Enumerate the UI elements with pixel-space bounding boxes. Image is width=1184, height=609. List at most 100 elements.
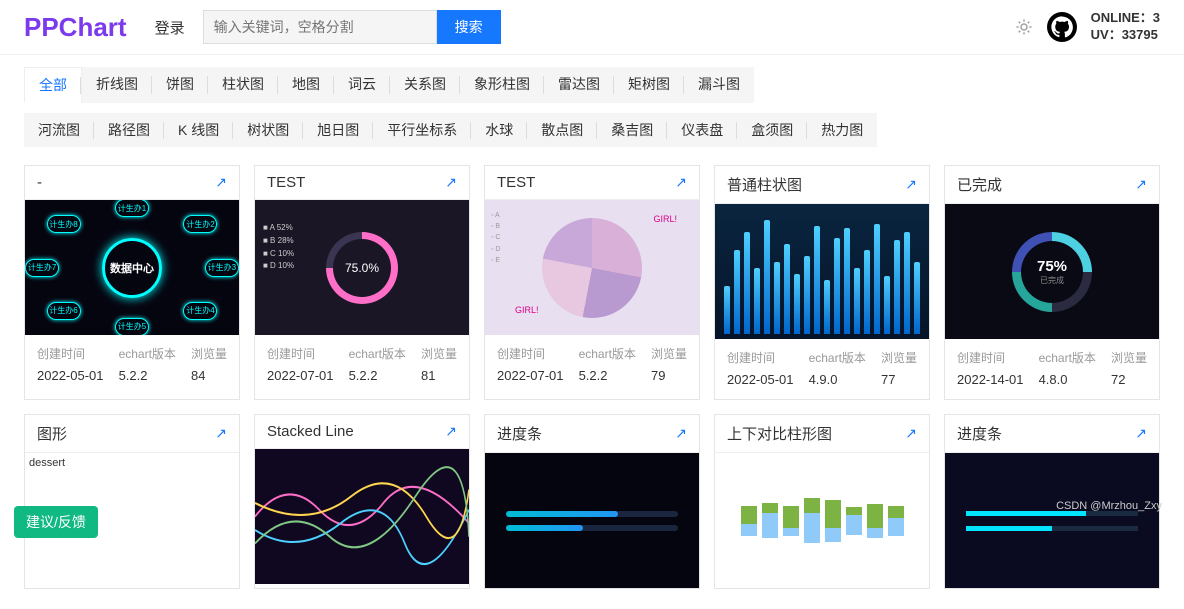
card-title: - — [37, 174, 42, 191]
share-icon[interactable]: ↗ — [215, 425, 227, 442]
tab-河流图[interactable]: 河流图 — [24, 113, 94, 147]
meta-views-value: 84 — [191, 368, 227, 383]
tabs-wrap: 全部折线图饼图柱状图地图词云关系图象形柱图雷达图矩树图漏斗图 河流图路径图K 线… — [0, 55, 1184, 147]
tab-矩树图[interactable]: 矩树图 — [614, 67, 684, 103]
tab-路径图[interactable]: 路径图 — [94, 113, 164, 147]
meta-created-label: 创建时间 — [37, 345, 104, 362]
uv-label: UV： — [1091, 27, 1122, 42]
meta-views-value: 81 — [421, 368, 457, 383]
logo[interactable]: PPChart — [24, 12, 127, 43]
tab-K 线图[interactable]: K 线图 — [164, 113, 233, 147]
meta-views-label: 浏览量 — [191, 345, 227, 362]
meta-views-value: 77 — [881, 372, 917, 387]
theme-icon[interactable] — [1015, 18, 1033, 36]
meta-version-value: 5.2.2 — [349, 368, 406, 383]
card-head: TEST ↗ — [485, 166, 699, 200]
meta-version-value: 5.2.2 — [119, 368, 176, 383]
tab-水球[interactable]: 水球 — [471, 113, 527, 147]
card-meta: 创建时间 2022-05-01 echart版本 4.9.0 浏览量 77 — [715, 339, 929, 399]
header-right: ONLINE：3 UV：33795 — [1015, 10, 1160, 44]
tab-旭日图[interactable]: 旭日图 — [303, 113, 373, 147]
tab-热力图[interactable]: 热力图 — [807, 113, 877, 147]
tab-饼图[interactable]: 饼图 — [152, 67, 208, 103]
card-head: 图形 ↗ — [25, 415, 239, 453]
tab-row-1: 全部折线图饼图柱状图地图词云关系图象形柱图雷达图矩树图漏斗图 — [24, 67, 1160, 103]
tab-row-2: 河流图路径图K 线图树状图旭日图平行坐标系水球散点图桑吉图仪表盘盒须图热力图 — [24, 113, 1160, 147]
online-label: ONLINE： — [1091, 10, 1153, 25]
card-head: - ↗ — [25, 166, 239, 200]
meta-version-label: echart版本 — [349, 345, 406, 362]
tab-地图[interactable]: 地图 — [278, 67, 334, 103]
github-icon[interactable] — [1047, 12, 1077, 42]
chart-card[interactable]: 上下对比柱形图 ↗ — [714, 414, 930, 589]
card-meta: 创建时间2022-07-01 echart版本5.2.2 浏览量79 — [485, 335, 699, 395]
meta-version-value: 5.2.2 — [579, 368, 636, 383]
tab-盒须图[interactable]: 盒须图 — [737, 113, 807, 147]
chart-card[interactable]: TEST ↗ ◦ A◦ B◦ C◦ D◦ EGIRL!GIRL! 创建时间202… — [484, 165, 700, 400]
search-button[interactable]: 搜索 — [437, 10, 501, 44]
card-head: 已完成 ↗ — [945, 166, 1159, 204]
meta-version-label: echart版本 — [1039, 349, 1096, 366]
tab-全部[interactable]: 全部 — [24, 67, 82, 103]
feedback-button[interactable]: 建议/反馈 — [14, 506, 98, 538]
share-icon[interactable]: ↗ — [905, 425, 917, 442]
card-title: 进度条 — [957, 423, 1002, 444]
meta-views-label: 浏览量 — [651, 345, 687, 362]
card-head: 进度条 ↗ — [945, 415, 1159, 453]
chart-card[interactable]: - ↗ 数据中心计生办1计生办2计生办3计生办4计生办5计生办6计生办7计生办8… — [24, 165, 240, 400]
share-icon[interactable]: ↗ — [905, 176, 917, 193]
chart-card[interactable]: 图形 ↗ dessert — [24, 414, 240, 589]
share-icon[interactable]: ↗ — [675, 425, 687, 442]
header: PPChart 登录 搜索 ONLINE：3 UV：33795 — [0, 0, 1184, 55]
tab-散点图[interactable]: 散点图 — [527, 113, 597, 147]
card-meta: 创建时间2022-05-01 echart版本5.2.2 浏览量84 — [25, 335, 239, 395]
chart-card[interactable]: 普通柱状图 ↗ 创建时间 2022-05-01 echart版本 4.9.0 浏览量… — [714, 165, 930, 400]
card-title: 已完成 — [957, 174, 1002, 195]
meta-created-value: 2022-14-01 — [957, 372, 1024, 387]
share-icon[interactable]: ↗ — [445, 423, 457, 440]
card-head: Stacked Line ↗ — [255, 415, 469, 449]
card-title: TEST — [267, 174, 305, 191]
login-link[interactable]: 登录 — [155, 17, 185, 38]
tab-平行坐标系[interactable]: 平行坐标系 — [373, 113, 471, 147]
meta-version-label: echart版本 — [579, 345, 636, 362]
tab-树状图[interactable]: 树状图 — [233, 113, 303, 147]
share-icon[interactable]: ↗ — [445, 174, 457, 191]
meta-created-label: 创建时间 — [727, 349, 794, 366]
meta-version-label: echart版本 — [809, 349, 866, 366]
meta-views-label: 浏览量 — [1111, 349, 1147, 366]
chart-card[interactable]: TEST ↗ ■ A 52%■ B 28%■ C 10%■ D 10%75.0%… — [254, 165, 470, 400]
share-icon[interactable]: ↗ — [1135, 176, 1147, 193]
tab-桑吉图[interactable]: 桑吉图 — [597, 113, 667, 147]
chart-card[interactable]: 进度条 ↗ — [944, 414, 1160, 589]
meta-created-label: 创建时间 — [957, 349, 1024, 366]
meta-views-label: 浏览量 — [881, 349, 917, 366]
share-icon[interactable]: ↗ — [215, 174, 227, 191]
card-title: 普通柱状图 — [727, 174, 802, 195]
meta-version-value: 4.9.0 — [809, 372, 866, 387]
card-meta: 创建时间2022-07-01 echart版本5.2.2 浏览量81 — [255, 335, 469, 395]
search-wrap: 搜索 — [203, 10, 501, 44]
search-input[interactable] — [203, 10, 437, 44]
chart-card[interactable]: 进度条 ↗ — [484, 414, 700, 589]
stats: ONLINE：3 UV：33795 — [1091, 10, 1160, 44]
tab-雷达图[interactable]: 雷达图 — [544, 67, 614, 103]
tab-词云[interactable]: 词云 — [334, 67, 390, 103]
tab-漏斗图[interactable]: 漏斗图 — [684, 67, 754, 103]
meta-views-label: 浏览量 — [421, 345, 457, 362]
chart-card[interactable]: Stacked Line ↗ — [254, 414, 470, 589]
tab-象形柱图[interactable]: 象形柱图 — [460, 67, 544, 103]
tab-柱状图[interactable]: 柱状图 — [208, 67, 278, 103]
card-title: Stacked Line — [267, 423, 354, 440]
tab-折线图[interactable]: 折线图 — [82, 67, 152, 103]
card-meta: 创建时间2022-14-01 echart版本4.8.0 浏览量72 — [945, 339, 1159, 399]
card-head: 上下对比柱形图 ↗ — [715, 415, 929, 453]
share-icon[interactable]: ↗ — [1135, 425, 1147, 442]
tab-关系图[interactable]: 关系图 — [390, 67, 460, 103]
meta-created-value: 2022-05-01 — [727, 372, 794, 387]
card-title: 上下对比柱形图 — [727, 423, 832, 444]
card-head: TEST ↗ — [255, 166, 469, 200]
share-icon[interactable]: ↗ — [675, 174, 687, 191]
chart-card[interactable]: 已完成 ↗ 75%已完成 创建时间2022-14-01 echart版本4.8.… — [944, 165, 1160, 400]
tab-仪表盘[interactable]: 仪表盘 — [667, 113, 737, 147]
